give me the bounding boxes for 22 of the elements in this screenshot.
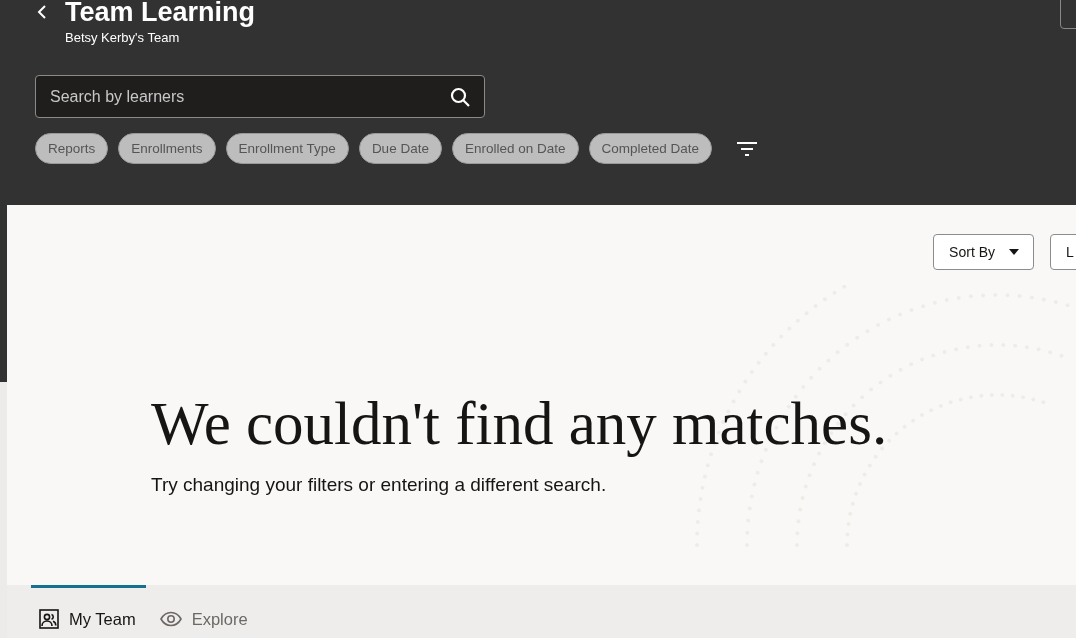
chevron-left-icon <box>37 4 47 20</box>
team-icon <box>39 609 59 629</box>
empty-state-heading: We couldn't find any matches. <box>151 392 889 456</box>
search-bar[interactable]: Search by learners <box>35 75 485 118</box>
sort-by-button[interactable]: Sort By <box>933 234 1034 270</box>
search-input[interactable]: Search by learners <box>48 86 450 107</box>
search-icon[interactable] <box>450 86 470 107</box>
toolbar-button[interactable]: L <box>1050 234 1076 270</box>
page-title: Team Learning <box>65 0 256 29</box>
caret-icon <box>1009 249 1019 255</box>
page-subtitle: Betsy Kerby's Team <box>65 30 181 46</box>
filter-chip[interactable]: Due Date <box>358 133 442 164</box>
filter-chip[interactable]: Reports <box>35 133 109 164</box>
filter-chip[interactable]: Enrollment Type <box>225 133 349 164</box>
empty-state-message: Try changing your filters or entering a different search. <box>151 474 608 496</box>
filter-chip[interactable]: Enrollments <box>118 133 216 164</box>
filter-chip[interactable]: Completed Date <box>588 133 713 164</box>
filter-icon <box>736 140 759 157</box>
eye-icon <box>159 611 182 627</box>
nav-tab[interactable]: Explore <box>151 585 258 638</box>
filter-chip[interactable]: Enrolled on Date <box>451 133 579 164</box>
nav-tab[interactable]: My Team <box>31 585 146 638</box>
